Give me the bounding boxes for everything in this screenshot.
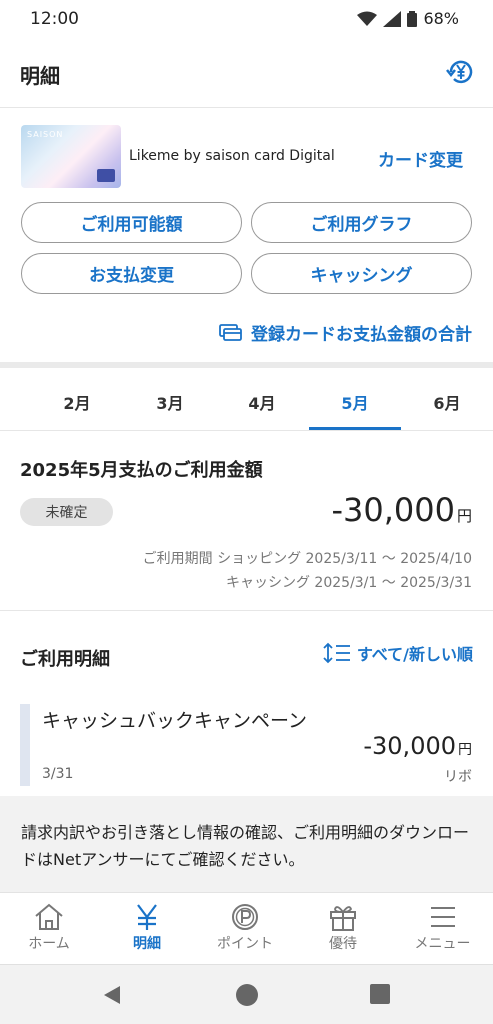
tab-month-3[interactable]: 3月 xyxy=(156,390,183,414)
home-circle-icon[interactable] xyxy=(235,983,259,1007)
signal-icon xyxy=(383,10,402,27)
status-icons: 68% xyxy=(357,9,459,28)
gift-icon xyxy=(330,906,356,931)
transaction-currency: 円 xyxy=(458,742,472,758)
transaction-amount: -30,000 円 xyxy=(363,732,472,760)
info-section: 請求内訳やお引き落とし情報の確認、ご利用明細のダウンロードはNetアンサーにてご… xyxy=(0,796,493,892)
card-change-link[interactable]: カード変更 xyxy=(378,146,463,171)
battery-icon xyxy=(407,10,418,27)
nav-points-label: ポイント xyxy=(217,936,273,952)
nav-statement-label: 明細 xyxy=(133,936,161,952)
total-payment-label: 登録カードお支払金額の合計 xyxy=(251,325,472,345)
transaction-row[interactable]: キャッシュバックキャンペーン 3/31 -30,000 円 リボ xyxy=(0,685,493,796)
info-text: 請求内訳やお引き落とし情報の確認、ご利用明細のダウンロードはNetアンサーにてご… xyxy=(21,823,470,869)
bottom-nav: ホーム 明細 ポイント 優待 メニュー xyxy=(0,892,493,964)
summary-currency: 円 xyxy=(456,507,472,525)
card-section: SAISON Likeme by saison card Digital カード… xyxy=(0,108,493,362)
wifi-icon xyxy=(357,11,378,26)
total-payment-link[interactable]: 登録カードお支払金額の合計 xyxy=(219,320,472,345)
transaction-name: キャッシュバックキャンペーン xyxy=(42,710,308,732)
nav-statement[interactable]: 明細 xyxy=(98,893,196,965)
available-amount-button[interactable]: ご利用可能額 xyxy=(21,202,242,243)
summary-amount-value: -30,000 xyxy=(331,491,455,529)
sort-label: すべて/新しい順 xyxy=(356,645,473,664)
yen-icon xyxy=(137,904,157,930)
cashing-button[interactable]: キャッシング xyxy=(251,253,472,294)
nav-home[interactable]: ホーム xyxy=(0,893,98,965)
tab-month-5[interactable]: 5月 xyxy=(341,390,368,414)
sort-button[interactable]: すべて/新しい順 xyxy=(323,641,473,665)
back-icon[interactable] xyxy=(101,984,123,1006)
status-time: 12:00 xyxy=(30,9,79,29)
period-shopping: ご利用期間 ショッピング 2025/3/11 〜 2025/4/10 xyxy=(142,551,472,567)
transaction-marker xyxy=(20,704,30,786)
sort-icon xyxy=(323,642,350,664)
payment-change-button[interactable]: お支払変更 xyxy=(21,253,242,294)
transaction-amount-value: -30,000 xyxy=(363,732,456,760)
nav-home-label: ホーム xyxy=(28,936,70,952)
home-icon xyxy=(35,903,63,930)
card-brand-logo: SAISON xyxy=(27,130,64,139)
nav-menu[interactable]: メニュー xyxy=(392,893,493,965)
tab-month-4[interactable]: 4月 xyxy=(248,390,275,414)
battery-percent: 68% xyxy=(423,9,459,28)
page-title: 明細 xyxy=(20,64,60,88)
nav-points[interactable]: ポイント xyxy=(196,893,294,965)
card-name: Likeme by saison card Digital xyxy=(129,148,335,164)
menu-icon xyxy=(430,907,455,927)
status-badge: 未確定 xyxy=(20,498,113,526)
card-image: SAISON xyxy=(21,125,121,188)
nav-benefits[interactable]: 優待 xyxy=(294,893,392,965)
status-bar: 12:00 68% xyxy=(0,0,493,38)
system-nav-bar xyxy=(0,964,493,1024)
summary-title: 2025年5月支払のご利用金額 xyxy=(20,460,263,481)
cards-icon xyxy=(219,323,242,341)
transaction-type: リボ xyxy=(444,769,472,785)
tab-month-2[interactable]: 2月 xyxy=(63,390,90,414)
points-icon xyxy=(232,904,258,930)
nav-menu-label: メニュー xyxy=(414,936,471,952)
usage-graph-button[interactable]: ご利用グラフ xyxy=(251,202,472,243)
month-tabs: 2月 3月 4月 5月 6月 xyxy=(0,362,493,430)
recents-icon[interactable] xyxy=(370,984,390,1004)
payment-summary: 2025年5月支払のご利用金額 未確定 -30,000 円 ご利用期間 ショッピ… xyxy=(0,430,493,610)
transaction-date: 3/31 xyxy=(42,766,74,782)
nav-benefits-label: 優待 xyxy=(329,936,357,952)
period-cashing: キャッシング 2025/3/1 〜 2025/3/31 xyxy=(225,575,472,591)
history-yen-icon[interactable] xyxy=(445,56,477,88)
tab-month-6[interactable]: 6月 xyxy=(433,390,460,414)
jcb-logo-icon xyxy=(97,169,115,182)
app-header: 明細 xyxy=(0,38,493,108)
details-header: ご利用明細 すべて/新しい順 xyxy=(0,610,493,685)
details-title: ご利用明細 xyxy=(20,649,110,670)
summary-amount: -30,000 円 xyxy=(331,491,472,529)
